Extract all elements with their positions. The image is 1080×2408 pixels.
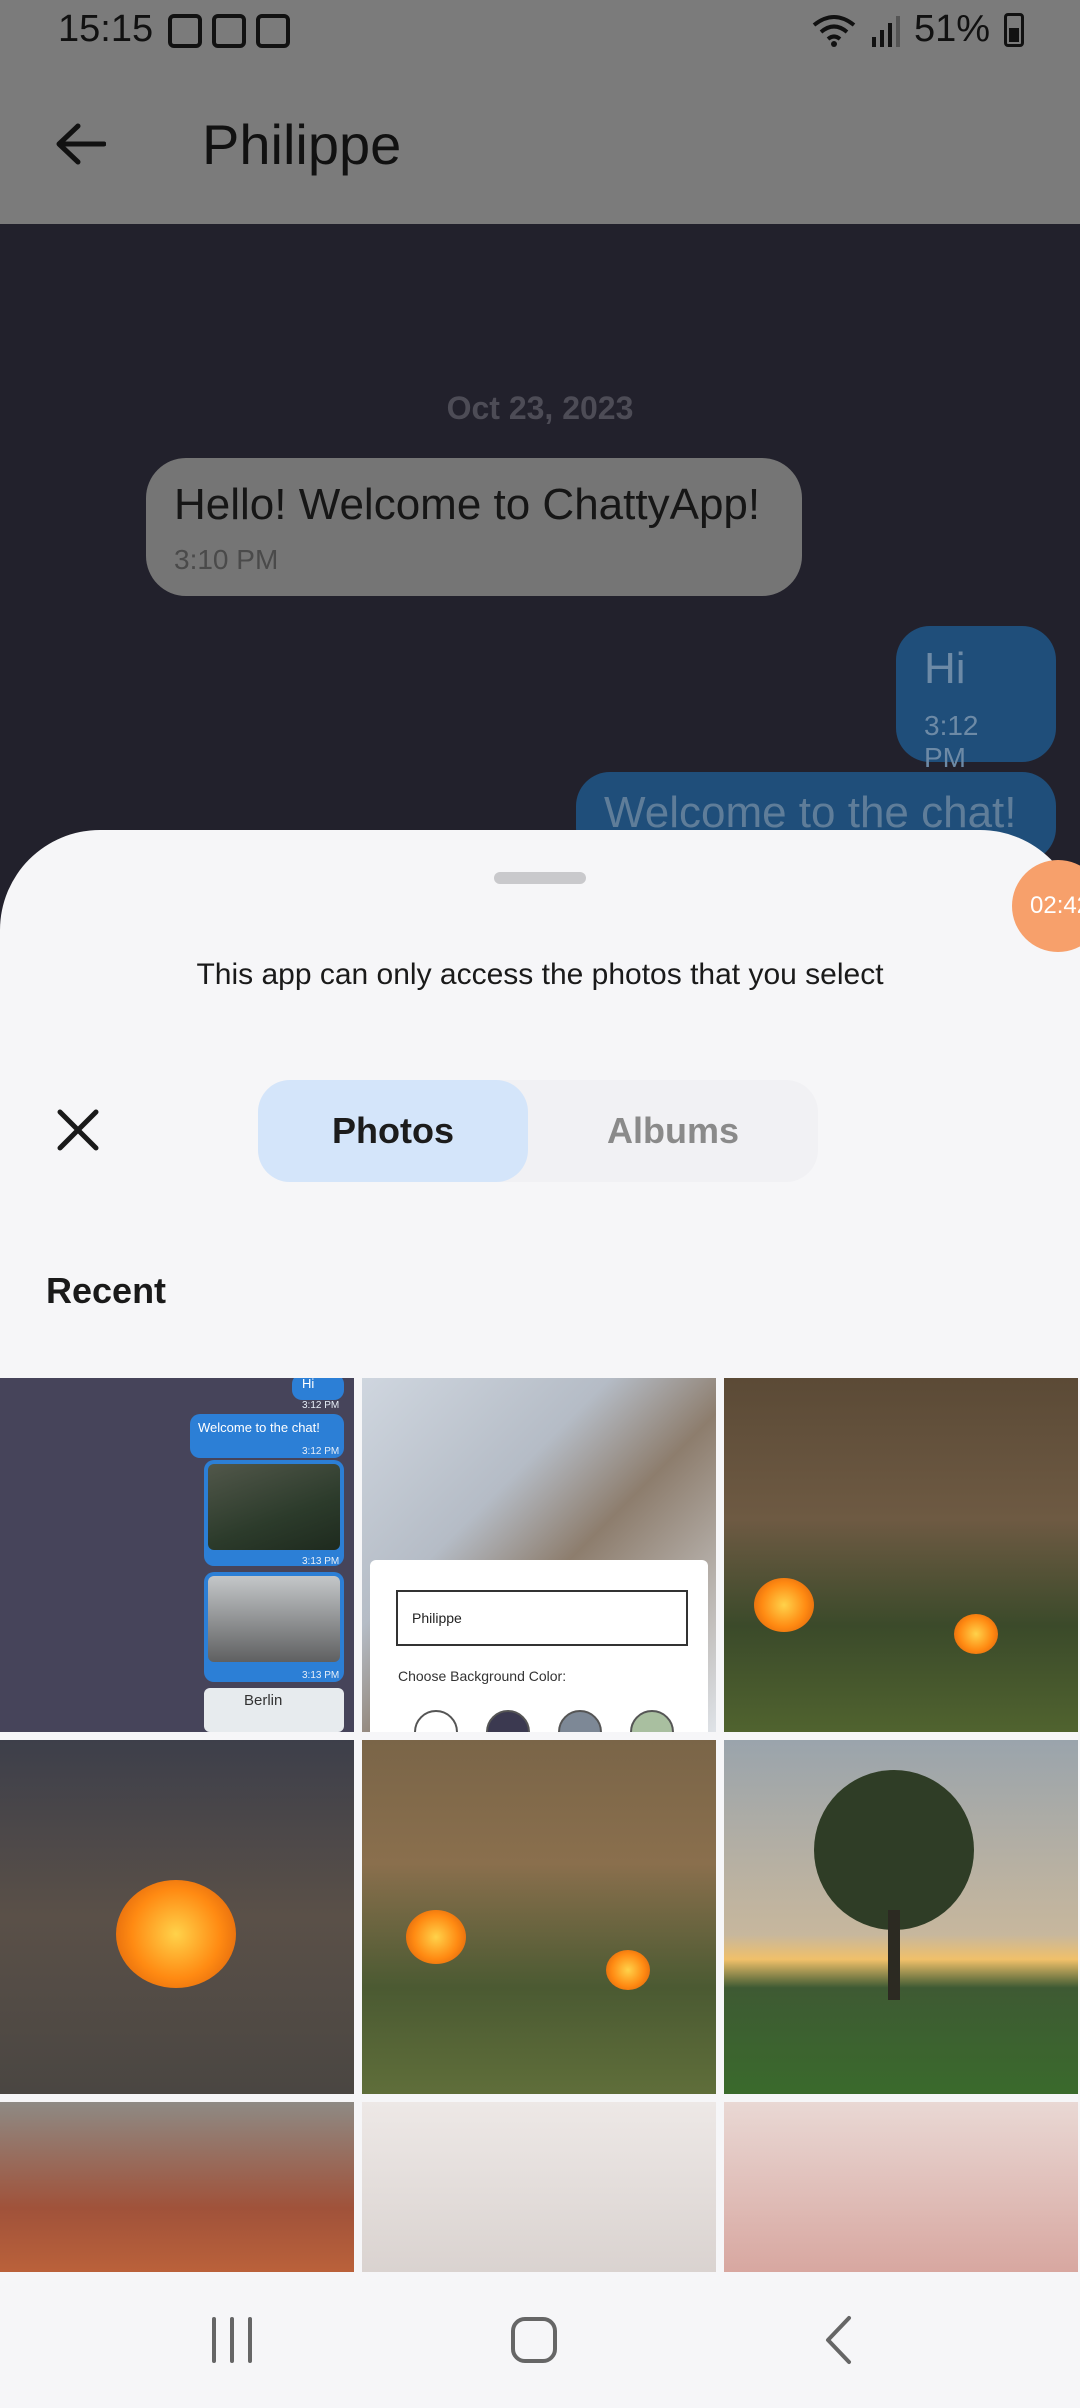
access-notice: This app can only access the photos that… bbox=[196, 958, 884, 991]
chat-area: Oct 23, 2023 Hello! Welcome to ChattyApp… bbox=[0, 224, 1080, 862]
pumpkin-photo-detail bbox=[754, 1578, 814, 1632]
mini-time: 3:13 PM bbox=[302, 1670, 340, 1681]
message-time: 3:12 PM bbox=[924, 710, 979, 773]
mini-time: 3:12 PM bbox=[302, 1400, 340, 1411]
arrow-left-icon bbox=[56, 123, 106, 165]
status-bar: 15:15 51% bbox=[0, 0, 1080, 66]
mini-color-swatch bbox=[558, 1710, 602, 1732]
mini-time: 3:13 PM bbox=[302, 1556, 340, 1567]
recents-button[interactable] bbox=[172, 2292, 292, 2388]
home-icon bbox=[511, 2317, 557, 2363]
mini-color-swatch bbox=[630, 1710, 674, 1732]
home-button[interactable] bbox=[474, 2292, 594, 2388]
tab-albums[interactable]: Albums bbox=[528, 1080, 818, 1182]
battery-percent: 51% bbox=[913, 8, 990, 50]
message-text: Hello! Welcome to ChattyApp! bbox=[174, 480, 761, 529]
status-indicators: 51% bbox=[812, 8, 1024, 51]
mini-form-label: Choose Background Color: bbox=[398, 1668, 567, 1684]
pumpkin-photo-detail bbox=[606, 1950, 650, 1990]
photo-thumbnail[interactable] bbox=[724, 1378, 1078, 1732]
outlook-notification-icon bbox=[212, 14, 246, 48]
tab-photos[interactable]: Photos bbox=[258, 1080, 528, 1182]
message-text: Hi bbox=[924, 644, 966, 693]
chat-title: Philippe bbox=[202, 113, 402, 176]
mini-form-card: Philippe Choose Background Color: bbox=[370, 1560, 708, 1732]
mini-name-field: Philippe bbox=[396, 1590, 688, 1646]
photo-thumbnail[interactable] bbox=[0, 1740, 354, 2094]
pumpkin-photo-detail bbox=[116, 1880, 236, 1988]
date-separator: Oct 23, 2023 bbox=[446, 390, 634, 426]
photo-picker-sheet: This app can only access the photos that… bbox=[0, 830, 1080, 2408]
mini-map: Berlin bbox=[204, 1688, 344, 1732]
notification-icons bbox=[168, 14, 290, 48]
mini-chat-bubble: Hi bbox=[292, 1378, 344, 1400]
mini-photo bbox=[208, 1464, 340, 1550]
close-button[interactable] bbox=[46, 1098, 110, 1162]
photo-thumbnail[interactable]: Hi 3:12 PM Welcome to the chat! 3:12 PM … bbox=[0, 1378, 354, 1732]
gallery-notification-icon bbox=[168, 14, 202, 48]
picker-tabs: Photos Albums bbox=[258, 1080, 818, 1182]
clock-notification-icon bbox=[256, 14, 290, 48]
mini-color-swatch bbox=[486, 1710, 530, 1732]
pumpkin-photo-detail bbox=[406, 1910, 466, 1964]
section-title-recent: Recent bbox=[46, 1270, 167, 1311]
photo-thumbnail[interactable] bbox=[724, 1740, 1078, 2094]
signal-icon bbox=[871, 15, 900, 47]
pumpkin-photo-detail bbox=[954, 1614, 998, 1654]
back-nav-button[interactable] bbox=[778, 2292, 898, 2388]
photo-thumbnail[interactable]: Philippe Choose Background Color: bbox=[362, 1378, 716, 1732]
message-time: 3:10 PM bbox=[174, 544, 279, 575]
incoming-message: Hello! Welcome to ChattyApp! 3:10 PM bbox=[146, 458, 802, 596]
drag-handle[interactable] bbox=[494, 872, 586, 884]
tree-trunk-detail bbox=[888, 1910, 900, 2000]
mini-image-bubble bbox=[204, 1572, 344, 1682]
system-nav-bar bbox=[0, 2272, 1080, 2408]
mini-image-bubble bbox=[204, 1460, 344, 1566]
close-icon bbox=[57, 1109, 99, 1151]
mini-photo bbox=[208, 1576, 340, 1662]
chevron-left-icon bbox=[826, 2316, 851, 2364]
outgoing-message: Hi 3:12 PM bbox=[896, 626, 1056, 773]
recents-icon bbox=[212, 2317, 252, 2363]
mini-color-swatch bbox=[414, 1710, 458, 1732]
mini-time: 3:12 PM bbox=[302, 1446, 340, 1457]
tree-photo-detail bbox=[814, 1770, 974, 1930]
back-button[interactable] bbox=[50, 114, 110, 174]
app-header: Philippe bbox=[0, 66, 1080, 224]
battery-icon bbox=[1004, 12, 1024, 47]
status-time: 15:15 bbox=[58, 8, 154, 50]
wifi-icon bbox=[812, 14, 856, 47]
photo-thumbnail[interactable] bbox=[362, 1740, 716, 2094]
